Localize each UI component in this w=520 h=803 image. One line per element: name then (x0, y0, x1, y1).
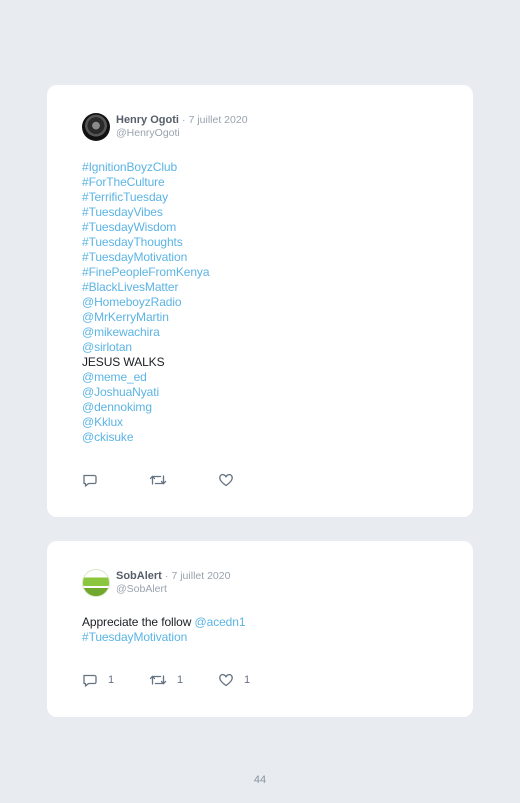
tweet-link[interactable]: #TuesdayThoughts (82, 235, 209, 250)
like-button[interactable] (218, 472, 244, 488)
tweet-link[interactable]: #BlackLivesMatter (82, 280, 209, 295)
tweet-link[interactable]: @meme_ed (82, 370, 209, 385)
like-button[interactable]: 1 (218, 672, 250, 688)
tweet-link[interactable]: @dennokimg (82, 400, 209, 415)
retweet-button[interactable] (149, 472, 177, 488)
author-name[interactable]: Henry Ogoti (116, 114, 179, 126)
tweet-link[interactable]: #ForTheCulture (82, 175, 209, 190)
heart-icon (218, 672, 234, 688)
retweet-button[interactable]: 1 (149, 672, 183, 688)
tweet-line: Appreciate the follow @acedn1 (82, 615, 246, 630)
tweet-link[interactable]: @sirlotan (82, 340, 209, 355)
author-handle[interactable]: @SobAlert (116, 583, 167, 596)
tweet-text: Appreciate the follow @acedn1 #TuesdayMo… (82, 615, 246, 645)
separator: · (164, 570, 169, 582)
tweet-link[interactable]: @MrKerryMartin (82, 310, 209, 325)
tweet-link[interactable]: #TerrificTuesday (82, 190, 209, 205)
mention-link[interactable]: @acedn1 (195, 615, 246, 629)
tweet-link[interactable]: #TuesdayMotivation (82, 250, 209, 265)
reply-icon (82, 672, 98, 688)
retweet-icon (149, 472, 167, 488)
author-line: Henry Ogoti · 7 juillet 2020 (116, 113, 248, 127)
page-number: 44 (253, 774, 267, 786)
like-count: 1 (244, 674, 251, 686)
reply-count: 1 (108, 674, 115, 686)
tweet-link[interactable]: @HomeboyzRadio (82, 295, 209, 310)
tweet-text: #IgnitionBoyzClub #ForTheCulture #Terrific… (82, 160, 210, 445)
author-handle[interactable]: @HenryOgoti (116, 127, 180, 140)
retweet-count: 1 (177, 674, 184, 686)
tweet-link[interactable]: @Kklux (82, 415, 209, 430)
tweet-link[interactable]: @JoshuaNyati (82, 385, 209, 400)
reply-button[interactable]: 1 (82, 672, 114, 688)
retweet-icon (149, 672, 167, 688)
avatar[interactable] (82, 569, 110, 597)
tweet-card: Henry Ogoti · 7 juillet 2020 @HenryOgoti… (47, 85, 473, 517)
tweet-link[interactable]: #IgnitionBoyzClub (82, 160, 209, 175)
author-name[interactable]: SobAlert (116, 570, 162, 582)
reply-button[interactable] (82, 472, 108, 488)
tweet-link[interactable]: @mikewachira (82, 325, 209, 340)
tweet-date[interactable]: 7 juillet 2020 (189, 114, 248, 126)
tweet-link[interactable]: @ckisuke (82, 430, 209, 445)
tweet-date[interactable]: 7 juillet 2020 (171, 570, 230, 582)
tweet-link[interactable]: #TuesdayWisdom (82, 220, 209, 235)
avatar[interactable] (82, 113, 110, 141)
tweet-line-text: JESUS WALKS (82, 355, 165, 369)
plain-text: Appreciate the follow (82, 615, 195, 629)
tweet-link[interactable]: #FinePeopleFromKenya (82, 265, 210, 280)
separator: · (182, 114, 186, 126)
reply-icon (82, 472, 98, 488)
heart-icon (218, 472, 234, 488)
tweet-card: SobAlert · 7 juillet 2020 @SobAlert Appr… (47, 541, 473, 717)
author-line: SobAlert · 7 juillet 2020 (116, 569, 230, 583)
hashtag-link[interactable]: #TuesdayMotivation (82, 630, 245, 645)
tweet-link[interactable]: #TuesdayVibes (82, 205, 209, 220)
